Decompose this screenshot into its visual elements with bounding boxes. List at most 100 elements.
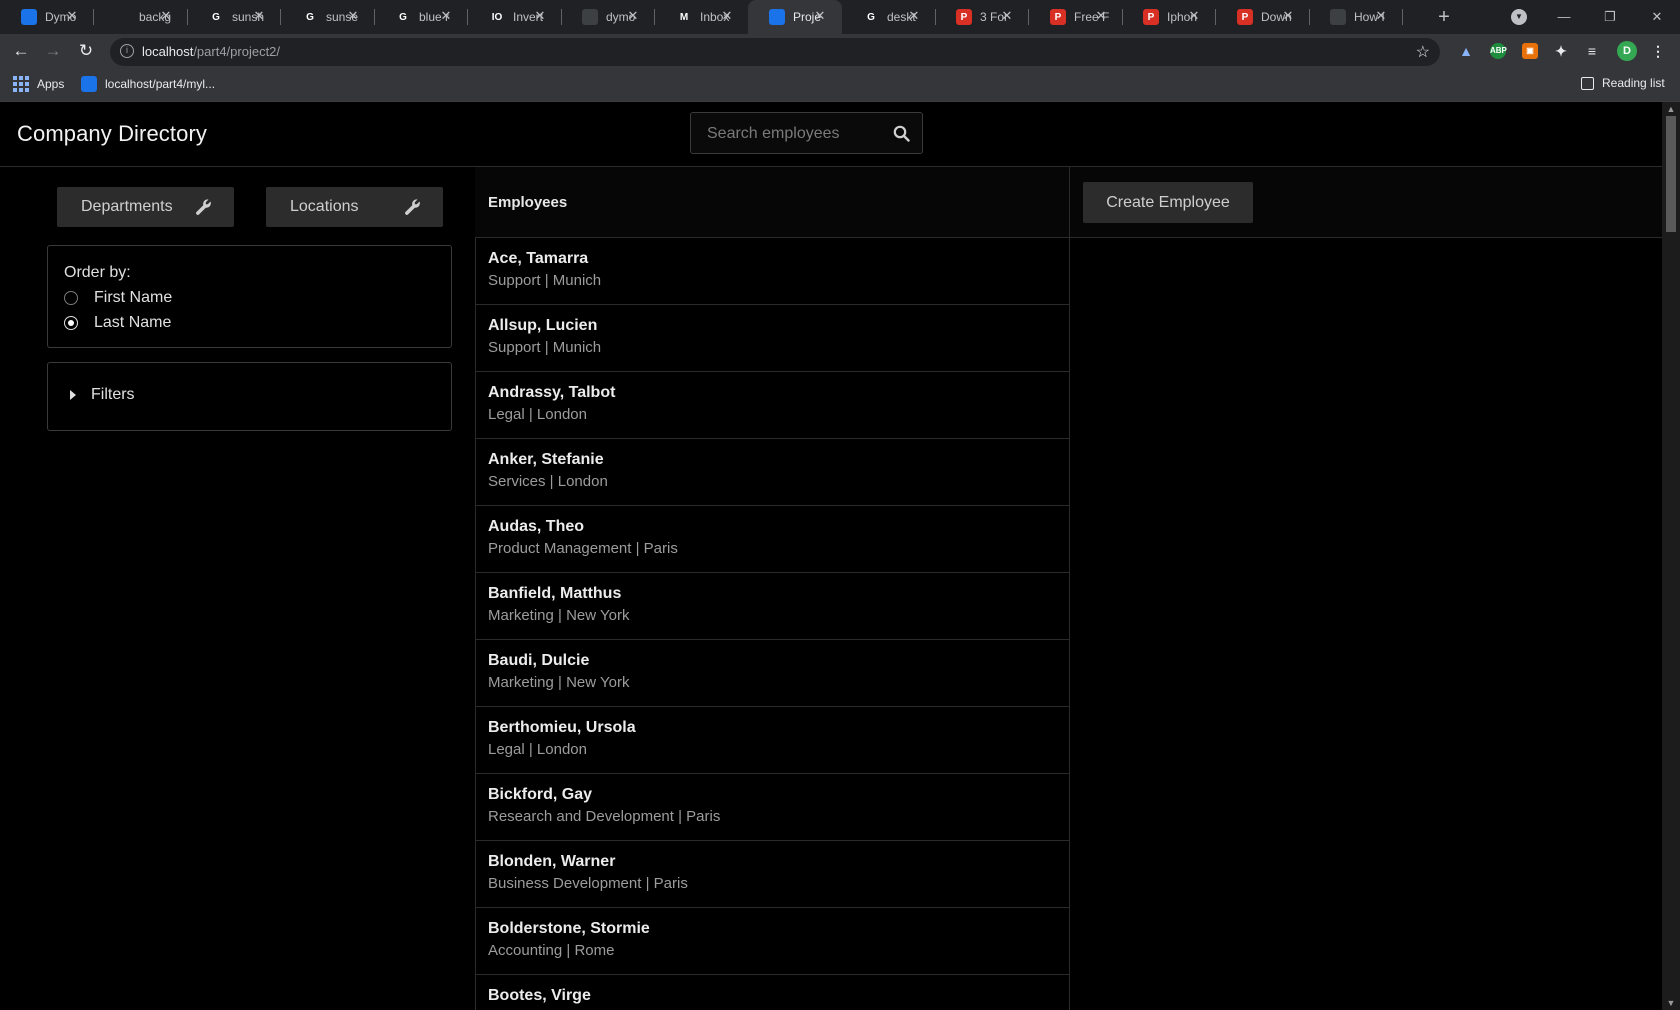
- tab-favicon-icon: P: [1050, 9, 1066, 25]
- employees-heading: Employees: [488, 194, 568, 211]
- tab-close-icon[interactable]: ✕: [64, 8, 80, 24]
- tab-separator: [1402, 9, 1403, 25]
- order-option-first-name[interactable]: First Name: [64, 289, 172, 307]
- apps-bookmark[interactable]: Apps: [13, 76, 64, 92]
- browser-tab[interactable]: How I ✕: [1309, 0, 1403, 34]
- window-close-icon[interactable]: ✕: [1645, 5, 1669, 29]
- extensions-puzzle-icon[interactable]: ✦: [1553, 43, 1569, 59]
- tab-close-icon[interactable]: ✕: [1373, 8, 1389, 24]
- employee-department-location: Accounting | Rome: [488, 942, 615, 959]
- employee-list: Ace, Tamarra Support | Munich Allsup, Luci…: [475, 238, 1069, 1010]
- employee-row[interactable]: Blonden, Warner Business Development | Pa…: [475, 841, 1069, 908]
- filters-panel[interactable]: Filters: [47, 362, 452, 431]
- caret-right-icon: [70, 390, 76, 400]
- wrench-icon: [405, 199, 420, 215]
- tab-close-icon[interactable]: ✕: [812, 8, 828, 24]
- browser-tab[interactable]: Gblue r ✕: [374, 0, 468, 34]
- employees-header: Employees: [475, 167, 1069, 238]
- tab-favicon-icon: [769, 9, 785, 25]
- order-option-last-name[interactable]: Last Name: [64, 314, 171, 332]
- search-icon[interactable]: [893, 125, 910, 142]
- page-scrollbar[interactable]: ▲ ▼: [1662, 102, 1680, 1010]
- scroll-up-icon[interactable]: ▲: [1666, 104, 1676, 114]
- bookmark-star-icon[interactable]: ☆: [1416, 42, 1430, 62]
- browser-tab[interactable]: dymo ✕: [561, 0, 655, 34]
- browser-tab[interactable]: Proje ✕: [748, 0, 842, 34]
- tab-close-icon[interactable]: ✕: [719, 8, 735, 24]
- browser-tab[interactable]: P3 For ✕: [935, 0, 1029, 34]
- employee-row[interactable]: Anker, Stefanie Services | London: [475, 439, 1069, 506]
- tab-close-icon[interactable]: ✕: [1186, 8, 1202, 24]
- employee-row[interactable]: Banfield, Matthus Marketing | New York: [475, 573, 1069, 640]
- extension-icon[interactable]: ▣: [1522, 43, 1538, 59]
- browser-tab[interactable]: Gsunsh ✕: [187, 0, 281, 34]
- left-panel: Departments Locations Order by: First Na…: [0, 167, 476, 1010]
- tab-close-icon[interactable]: ✕: [906, 8, 922, 24]
- forward-icon[interactable]: →: [41, 39, 65, 63]
- tab-close-icon[interactable]: ✕: [251, 8, 267, 24]
- tab-close-icon[interactable]: ✕: [999, 8, 1015, 24]
- minimize-icon[interactable]: —: [1552, 5, 1576, 29]
- back-icon[interactable]: ←: [9, 39, 33, 63]
- employee-name: Andrassy, Talbot: [488, 384, 616, 401]
- reload-icon[interactable]: ↻: [74, 39, 98, 63]
- employee-department-location: Support | Munich: [488, 339, 602, 356]
- media-control-icon[interactable]: ≡: [1584, 43, 1600, 59]
- employee-row[interactable]: Allsup, Lucien Support | Munich: [475, 305, 1069, 372]
- search-input[interactable]: [707, 125, 887, 143]
- browser-tab[interactable]: M Inbox ✕: [655, 0, 749, 34]
- employee-row[interactable]: Bickford, Gay Research and Development | …: [475, 774, 1069, 841]
- employee-department-location: Marketing | New York: [488, 607, 630, 624]
- reading-list-button[interactable]: Reading list: [1581, 76, 1665, 90]
- employee-row[interactable]: Berthomieu, Ursola Legal | London: [475, 707, 1069, 774]
- browser-tab[interactable]: P Iphon ✕: [1122, 0, 1216, 34]
- employee-row[interactable]: Bootes, Virge: [475, 975, 1069, 1010]
- employee-row[interactable]: Ace, Tamarra Support | Munich: [475, 238, 1069, 305]
- tab-search-icon[interactable]: ▼: [1511, 9, 1527, 25]
- browser-tab[interactable]: Gsunse ✕: [281, 0, 375, 34]
- tab-close-icon[interactable]: ✕: [438, 8, 454, 24]
- first-name-radio[interactable]: [64, 291, 78, 305]
- employee-name: Anker, Stefanie: [488, 451, 604, 468]
- employee-name: Ace, Tamarra: [488, 250, 589, 267]
- browser-tab-strip: Dymo ✕ backg ✕ Gsunsh ✕ Gsunse ✕ Gblue r ✕ IO Inver…: [0, 0, 1680, 34]
- employee-row[interactable]: Baudi, Dulcie Marketing | New York: [475, 640, 1069, 707]
- departments-button[interactable]: Departments: [57, 187, 234, 227]
- scroll-down-icon[interactable]: ▼: [1666, 998, 1676, 1008]
- bookmark-item[interactable]: localhost/part4/myl...: [81, 76, 215, 92]
- app-header: Company Directory: [0, 102, 1662, 167]
- browser-tab[interactable]: Gdeskt ✕: [842, 0, 936, 34]
- restore-icon[interactable]: ❐: [1598, 5, 1622, 29]
- browser-tab[interactable]: P Down ✕: [1216, 0, 1310, 34]
- scrollbar-thumb[interactable]: [1666, 116, 1676, 232]
- detail-header: Create Employee: [1070, 167, 1662, 238]
- locations-button[interactable]: Locations: [266, 187, 443, 227]
- tab-favicon-icon: IO: [489, 9, 505, 25]
- create-employee-button[interactable]: Create Employee: [1083, 182, 1253, 223]
- employee-name: Baudi, Dulcie: [488, 652, 590, 669]
- tab-favicon-icon: G: [863, 9, 879, 25]
- last-name-radio[interactable]: [64, 316, 78, 330]
- address-bar[interactable]: i localhost/part4/project2/ ☆: [110, 38, 1440, 66]
- tab-close-icon[interactable]: ✕: [532, 8, 548, 24]
- profile-avatar[interactable]: D: [1617, 41, 1637, 61]
- tab-close-icon[interactable]: ✕: [625, 8, 641, 24]
- browser-tab[interactable]: Dymo ✕: [0, 0, 94, 34]
- tab-close-icon[interactable]: ✕: [345, 8, 361, 24]
- employee-row[interactable]: Andrassy, Talbot Legal | London: [475, 372, 1069, 439]
- search-box[interactable]: [690, 112, 923, 154]
- browser-tab[interactable]: P Free F ✕: [1029, 0, 1123, 34]
- tab-close-icon[interactable]: ✕: [158, 8, 174, 24]
- tab-favicon-icon: [115, 9, 131, 25]
- browser-tab[interactable]: IO Invert ✕: [468, 0, 562, 34]
- employee-row[interactable]: Bolderstone, Stormie Accounting | Rome: [475, 908, 1069, 975]
- site-info-icon[interactable]: i: [120, 44, 134, 58]
- tab-close-icon[interactable]: ✕: [1280, 8, 1296, 24]
- adblock-extension-icon[interactable]: ABP: [1490, 43, 1507, 59]
- new-tab-button[interactable]: +: [1432, 5, 1456, 29]
- browser-menu-icon[interactable]: ⋮: [1650, 43, 1666, 59]
- drive-extension-icon[interactable]: ▲: [1458, 43, 1474, 59]
- employee-row[interactable]: Audas, Theo Product Management | Paris: [475, 506, 1069, 573]
- browser-tab[interactable]: backg ✕: [94, 0, 188, 34]
- tab-close-icon[interactable]: ✕: [1093, 8, 1109, 24]
